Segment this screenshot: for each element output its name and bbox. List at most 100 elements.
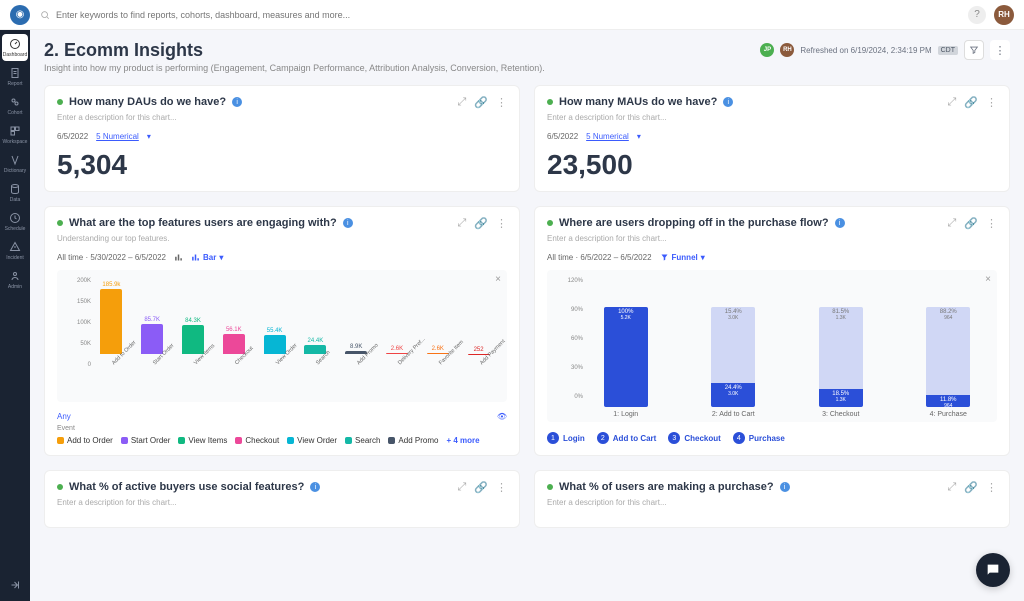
card-more-icon[interactable]: ⋮ <box>496 217 507 230</box>
date-range[interactable]: All time · 5/30/2022 – 6/5/2022 <box>57 253 166 262</box>
legend-item[interactable]: Add Promo <box>388 436 438 445</box>
legend-item[interactable]: View Order <box>287 436 337 445</box>
info-icon[interactable]: i <box>343 218 353 228</box>
status-dot <box>547 99 553 105</box>
card-title: What are the top features users are enga… <box>69 217 337 229</box>
funnel-legend-item[interactable]: 3Checkout <box>668 432 720 444</box>
bar-item[interactable]: 85.7KStart Order <box>134 317 171 368</box>
viz-type-select[interactable]: Funnel ▾ <box>660 253 705 262</box>
user-avatar[interactable]: RH <box>994 5 1014 25</box>
legend-item[interactable]: Add to Order <box>57 436 113 445</box>
status-dot <box>57 484 63 490</box>
expand-icon[interactable]: ⤢ <box>457 481 466 494</box>
numerical-link[interactable]: 5 Numerical <box>96 132 139 141</box>
card-description: Understanding our top features. <box>57 234 507 243</box>
funnel-legend-item[interactable]: 2Add to Cart <box>597 432 657 444</box>
funnel-step[interactable]: 88.2%96411.8%9644: Purchase <box>910 278 988 418</box>
card-more-icon[interactable]: ⋮ <box>496 481 507 494</box>
card-description[interactable]: Enter a description for this chart... <box>57 113 507 122</box>
sidebar-item-cohort[interactable]: Cohort <box>2 92 28 119</box>
metric-value: 5,304 <box>57 149 507 181</box>
viz-type-select[interactable]: Bar ▾ <box>191 253 223 262</box>
page-subtitle: Insight into how my product is performin… <box>44 63 545 73</box>
card-description[interactable]: Enter a description for this chart... <box>547 234 997 243</box>
sidebar-item-admin[interactable]: Admin <box>2 266 28 293</box>
funnel-step[interactable]: 15.4%3.0K24.4%3.0K2: Add to Cart <box>695 278 773 418</box>
sidebar-item-dictionary[interactable]: Dictionary <box>2 150 28 177</box>
filter-any[interactable]: Any <box>57 412 71 421</box>
card-more-icon[interactable]: ⋮ <box>986 217 997 230</box>
bar-item[interactable]: 55.4KView Order <box>256 328 293 368</box>
bar-item[interactable]: 56.1KCheckout <box>215 327 252 368</box>
bar-item[interactable]: 252Add Payment <box>460 347 497 368</box>
card-description[interactable]: Enter a description for this chart... <box>547 498 997 507</box>
bar-item[interactable]: 185.9kAdd to Order <box>93 282 130 368</box>
sidebar-item-data[interactable]: Data <box>2 179 28 206</box>
card-more-icon[interactable]: ⋮ <box>986 96 997 109</box>
date-range[interactable]: All time · 6/5/2022 – 6/5/2022 <box>547 253 652 262</box>
link-icon[interactable]: 🔗 <box>964 217 978 230</box>
topbar-right: ? RH <box>968 5 1014 25</box>
visibility-icon[interactable]: 👁 <box>497 412 507 421</box>
app-logo[interactable]: ◉ <box>10 5 30 25</box>
collab-avatar-1[interactable]: JP <box>760 43 774 57</box>
card-more-icon[interactable]: ⋮ <box>986 481 997 494</box>
chart-type-switch[interactable] <box>174 253 183 262</box>
info-icon[interactable]: i <box>723 97 733 107</box>
funnel-legend-item[interactable]: 1Login <box>547 432 585 444</box>
info-icon[interactable]: i <box>310 482 320 492</box>
filter-button[interactable] <box>964 40 984 60</box>
funnel-legend-item[interactable]: 4Purchase <box>733 432 785 444</box>
help-icon[interactable]: ? <box>968 6 986 24</box>
bar-item[interactable]: 8.9KAdd Promo <box>338 344 375 368</box>
search-input[interactable] <box>56 10 456 20</box>
card-description[interactable]: Enter a description for this chart... <box>57 498 507 507</box>
card-funnel: Where are users dropping off in the purc… <box>534 206 1010 456</box>
sidebar-item-workspace[interactable]: Workspace <box>2 121 28 148</box>
bar-item[interactable]: 84.3KView Items <box>175 318 212 369</box>
legend-item[interactable]: Start Order <box>121 436 171 445</box>
funnel-step[interactable]: 100%5.2K1: Login <box>587 278 665 418</box>
sidebar-item-incident[interactable]: Incident <box>2 237 28 264</box>
card-more-icon[interactable]: ⋮ <box>496 96 507 109</box>
legend-item[interactable]: View Items <box>178 436 227 445</box>
bar-item[interactable]: 2.6KFavorite Item <box>419 346 456 368</box>
info-icon[interactable]: i <box>780 482 790 492</box>
card-description[interactable]: Enter a description for this chart... <box>547 113 997 122</box>
card-social: What % of active buyers use social featu… <box>44 470 520 528</box>
collab-avatar-2[interactable]: RH <box>780 43 794 57</box>
funnel-icon <box>660 253 669 262</box>
data-icon <box>9 183 21 195</box>
info-icon[interactable]: i <box>835 218 845 228</box>
chevron-down-icon[interactable]: ▾ <box>147 132 151 141</box>
expand-icon[interactable]: ⤢ <box>457 96 466 109</box>
more-button[interactable]: ⋮ <box>990 40 1010 60</box>
bar-item[interactable]: 2.6KDelivery Pref... <box>379 346 416 368</box>
funnel-step[interactable]: 81.5%1.3K18.5%1.3K3: Checkout <box>802 278 880 418</box>
info-icon[interactable]: i <box>232 97 242 107</box>
link-icon[interactable]: 🔗 <box>474 96 488 109</box>
timezone-badge: CDT <box>938 46 958 55</box>
legend-item[interactable]: Search <box>345 436 380 445</box>
chat-bubble[interactable] <box>976 553 1010 587</box>
numerical-link[interactable]: 5 Numerical <box>586 132 629 141</box>
features-chart: × 200K150K100K50K0 185.9kAdd to Order85.… <box>57 270 507 402</box>
sidebar: Dashboard Report Cohort Workspace Dictio… <box>0 30 30 601</box>
chevron-down-icon[interactable]: ▾ <box>637 132 641 141</box>
link-icon[interactable]: 🔗 <box>474 481 488 494</box>
sidebar-item-schedule[interactable]: Schedule <box>2 208 28 235</box>
expand-icon[interactable]: ⤢ <box>947 96 956 109</box>
sidebar-collapse[interactable] <box>2 575 28 599</box>
expand-icon[interactable]: ⤢ <box>457 217 466 230</box>
sidebar-item-dashboard[interactable]: Dashboard <box>2 34 28 61</box>
cohort-icon <box>9 96 21 108</box>
link-icon[interactable]: 🔗 <box>474 217 488 230</box>
sidebar-item-report[interactable]: Report <box>2 63 28 90</box>
expand-icon[interactable]: ⤢ <box>947 481 956 494</box>
bar-item[interactable]: 24.4KSearch <box>297 338 334 368</box>
link-icon[interactable]: 🔗 <box>964 96 978 109</box>
link-icon[interactable]: 🔗 <box>964 481 978 494</box>
legend-more[interactable]: + 4 more <box>446 436 479 445</box>
expand-icon[interactable]: ⤢ <box>947 217 956 230</box>
legend-item[interactable]: Checkout <box>235 436 279 445</box>
